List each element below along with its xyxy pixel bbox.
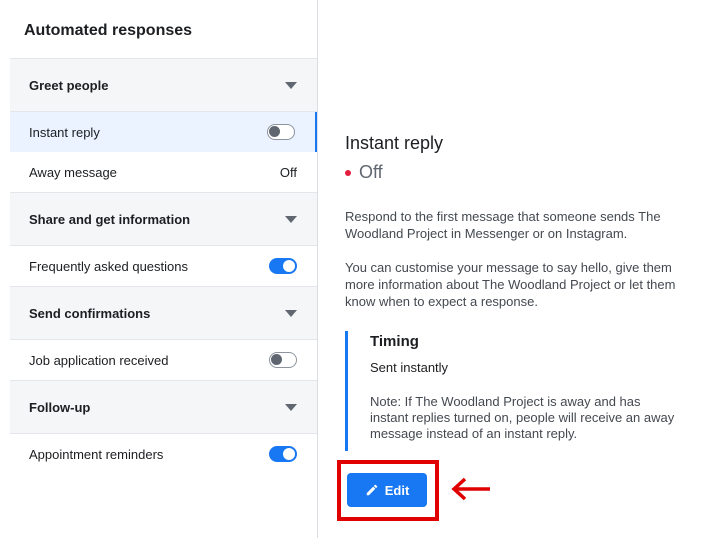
toggle-knob xyxy=(283,448,295,460)
group-label: Share and get information xyxy=(29,211,191,227)
sidebar-item-label: Away message xyxy=(29,164,117,180)
sidebar-item-away-message[interactable]: Away message Off xyxy=(10,152,317,192)
toggle-knob xyxy=(283,260,295,272)
detail-title: Instant reply xyxy=(345,133,444,153)
status-text: Off xyxy=(359,162,383,182)
panel-title: Automated responses xyxy=(24,22,193,39)
timing-section: Timing Sent instantly Note: If The Woodl… xyxy=(345,331,690,451)
appointment-reminders-toggle[interactable] xyxy=(269,446,297,462)
edit-button[interactable]: Edit xyxy=(347,473,427,507)
sidebar-item-label: Job application received xyxy=(29,352,169,368)
away-message-status: Off xyxy=(279,164,297,180)
instant-reply-toggle[interactable] xyxy=(267,124,295,140)
chevron-down-icon xyxy=(285,403,297,411)
sidebar-item-job-application-received[interactable]: Job application received xyxy=(10,340,317,380)
edit-button-label: Edit xyxy=(384,482,410,498)
sidebar-item-faq[interactable]: Frequently asked questions xyxy=(10,246,317,286)
description-paragraph: Respond to the first message that someon… xyxy=(345,209,661,241)
group-label: Send confirmations xyxy=(29,305,151,321)
group-follow-up[interactable]: Follow-up xyxy=(10,380,317,434)
automated-responses-panel: Automated responses Greet people Instant… xyxy=(0,0,318,538)
group-greet-people[interactable]: Greet people xyxy=(10,58,317,112)
chevron-down-icon xyxy=(285,81,297,89)
timing-note: Note: If The Woodland Project is away an… xyxy=(370,394,675,441)
group-share-and-get-information[interactable]: Share and get information xyxy=(10,192,317,246)
group-label: Greet people xyxy=(29,77,109,93)
toggle-knob xyxy=(271,354,282,365)
red-arrow-icon xyxy=(451,477,490,501)
toggle-knob xyxy=(269,126,280,137)
group-send-confirmations[interactable]: Send confirmations xyxy=(10,286,317,340)
timing-title: Timing xyxy=(370,333,419,350)
sidebar-item-label: Frequently asked questions xyxy=(29,258,188,274)
status-dot-icon xyxy=(345,169,351,176)
job-application-toggle[interactable] xyxy=(269,352,297,368)
sidebar-item-appointment-reminders[interactable]: Appointment reminders xyxy=(10,434,317,474)
group-label: Follow-up xyxy=(29,399,91,415)
status-badge: Off xyxy=(345,162,383,183)
description-paragraph: You can customise your message to say he… xyxy=(345,260,676,309)
chevron-down-icon xyxy=(285,215,297,223)
sidebar-item-instant-reply[interactable]: Instant reply xyxy=(10,112,317,152)
sidebar-item-label: Instant reply xyxy=(29,124,100,140)
responses-list: Greet people Instant reply Away message … xyxy=(10,58,317,474)
sidebar-item-label: Appointment reminders xyxy=(29,446,164,462)
faq-toggle[interactable] xyxy=(269,258,297,274)
chevron-down-icon xyxy=(285,309,297,317)
pencil-icon xyxy=(366,484,377,496)
detail-panel: Instant reply Off Respond to the first m… xyxy=(319,0,707,538)
timing-value: Sent instantly xyxy=(370,360,449,375)
